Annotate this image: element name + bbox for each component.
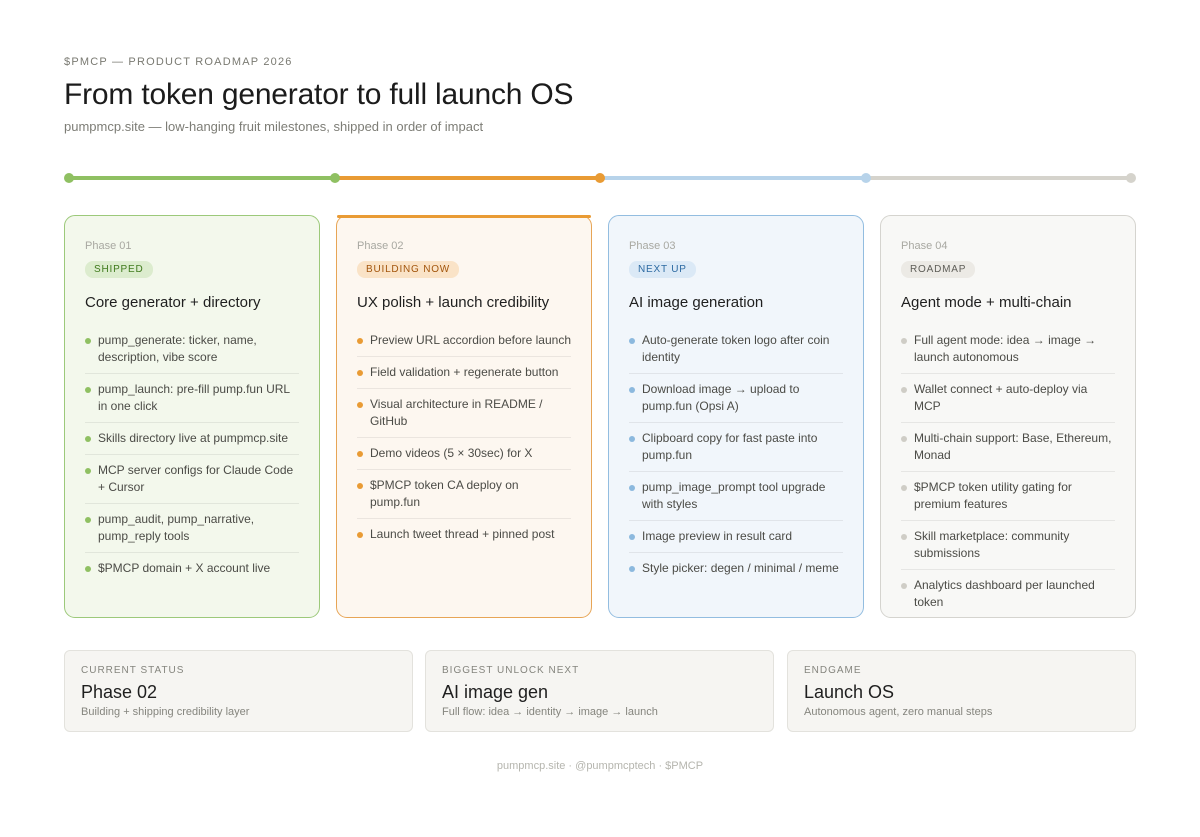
phase-card-02: Phase 02 BUILDING NOW UX polish + launch… [336, 215, 592, 618]
status-badge: SHIPPED [85, 261, 153, 278]
milestone-item: Skills directory live at pumpmcp.site [85, 430, 299, 455]
milestone-item: Field validation + regenerate button [357, 364, 571, 389]
bullet-dot-icon [357, 370, 363, 376]
bullet-dot-icon [629, 338, 635, 344]
milestone-item: Demo videos (5 × 30sec) for X [357, 445, 571, 470]
timeline-segment-roadmap [866, 176, 1131, 180]
milestone-item: $PMCP domain + X account live [85, 560, 299, 584]
milestone-item: Image preview in result card [629, 528, 843, 553]
milestone-item: MCP server configs for Claude Code + Cur… [85, 462, 299, 504]
timeline-dot-phase-02 [330, 173, 340, 183]
bullet-dot-icon [629, 485, 635, 491]
milestone-item: Download image → upload to pump.fun (Ops… [629, 381, 843, 423]
bullet-dot-icon [357, 532, 363, 538]
stat-label: ENDGAME [804, 665, 862, 676]
status-badge: ROADMAP [901, 261, 976, 278]
phase-label: Phase 03 [629, 240, 676, 252]
page-eyebrow: $PMCP — PRODUCT ROADMAP 2026 [64, 56, 293, 68]
milestone-list: Full agent mode: idea → image → launch a… [901, 332, 1115, 618]
phase-card-03: Phase 03 NEXT UP AI image generation Aut… [608, 215, 864, 618]
timeline-dot-phase-04 [861, 173, 871, 183]
milestone-item: Full agent mode: idea → image → launch a… [901, 332, 1115, 374]
phase-timeline [64, 172, 1136, 184]
bullet-dot-icon [357, 451, 363, 457]
status-badge: BUILDING NOW [357, 261, 460, 278]
phase-cards: Phase 01 SHIPPED Core generator + direct… [64, 215, 1136, 618]
page-footer: pumpmcp.site · @pumpmcptech · $PMCP [496, 760, 704, 772]
milestone-item: Visual architecture in README / GitHub [357, 396, 571, 438]
milestone-list: Preview URL accordion before launch Fiel… [357, 332, 571, 550]
bullet-dot-icon [357, 483, 363, 489]
phase-title: Core generator + directory [85, 294, 261, 311]
phase-label: Phase 01 [85, 240, 132, 252]
bullet-dot-icon [901, 387, 907, 393]
timeline-segment-shipped [69, 176, 335, 180]
bullet-dot-icon [901, 583, 907, 589]
stat-endgame: ENDGAME Launch OS Autonomous agent, zero… [787, 650, 1136, 732]
milestone-item: Analytics dashboard per launched token [901, 577, 1115, 618]
bullet-dot-icon [901, 338, 907, 344]
stat-label: CURRENT STATUS [81, 665, 185, 676]
stat-description: Building + shipping credibility layer [81, 706, 250, 718]
status-summary: CURRENT STATUS Phase 02 Building + shipp… [64, 650, 1136, 732]
phase-title: UX polish + launch credibility [357, 294, 550, 311]
milestone-item: Clipboard copy for fast paste into pump.… [629, 430, 843, 472]
stat-value: AI image gen [442, 682, 549, 702]
milestone-item: Preview URL accordion before launch [357, 332, 571, 357]
timeline-segment-building [335, 176, 600, 180]
bullet-dot-icon [85, 436, 91, 442]
bullet-dot-icon [901, 436, 907, 442]
bullet-dot-icon [901, 485, 907, 491]
milestone-item: pump_image_prompt tool upgrade with styl… [629, 479, 843, 521]
phase-title: Agent mode + multi-chain [901, 294, 1072, 311]
milestone-item: $PMCP token CA deploy on pump.fun [357, 477, 571, 519]
timeline-dot-phase-01 [64, 173, 74, 183]
milestone-item: Wallet connect + auto-deploy via MCP [901, 381, 1115, 423]
milestone-item: Auto-generate token logo after coin iden… [629, 332, 843, 374]
bullet-dot-icon [85, 566, 91, 572]
bullet-dot-icon [85, 517, 91, 523]
bullet-dot-icon [357, 338, 363, 344]
phase-card-04: Phase 04 ROADMAP Agent mode + multi-chai… [880, 215, 1136, 618]
milestone-item: pump_launch: pre-fill pump.fun URL in on… [85, 381, 299, 423]
milestone-item: $PMCP token utility gating for premium f… [901, 479, 1115, 521]
milestone-list: pump_generate: ticker, name, description… [85, 332, 299, 584]
milestone-list: Auto-generate token logo after coin iden… [629, 332, 843, 584]
bullet-dot-icon [629, 436, 635, 442]
milestone-item: pump_audit, pump_narrative, pump_reply t… [85, 511, 299, 553]
bullet-dot-icon [629, 566, 635, 572]
stat-biggest-unlock: BIGGEST UNLOCK NEXT AI image gen Full fl… [425, 650, 774, 732]
status-badge: NEXT UP [629, 261, 696, 278]
bullet-dot-icon [85, 387, 91, 393]
timeline-segment-next [600, 176, 866, 180]
phase-title: AI image generation [629, 294, 764, 311]
timeline-dot-end [1126, 173, 1136, 183]
bullet-dot-icon [629, 387, 635, 393]
page-title: From token generator to full launch OS [64, 78, 574, 111]
stat-current-status: CURRENT STATUS Phase 02 Building + shipp… [64, 650, 413, 732]
milestone-item: Launch tweet thread + pinned post [357, 526, 571, 550]
bullet-dot-icon [629, 534, 635, 540]
stat-value: Launch OS [804, 682, 895, 702]
milestone-item: Skill marketplace: community submissions [901, 528, 1115, 570]
milestone-item: pump_generate: ticker, name, description… [85, 332, 299, 374]
stat-label: BIGGEST UNLOCK NEXT [442, 665, 580, 676]
phase-card-01: Phase 01 SHIPPED Core generator + direct… [64, 215, 320, 618]
bullet-dot-icon [85, 468, 91, 474]
milestone-item: Style picker: degen / minimal / meme [629, 560, 843, 584]
timeline-dot-phase-03 [595, 173, 605, 183]
milestone-item: Multi-chain support: Base, Ethereum, Mon… [901, 430, 1115, 472]
page-subtitle: pumpmcp.site — low-hanging fruit milesto… [64, 119, 484, 134]
phase-label: Phase 04 [901, 240, 948, 252]
stat-description: Autonomous agent, zero manual steps [804, 706, 993, 718]
stat-description: Full flow: idea → identity → image → lau… [442, 706, 658, 718]
bullet-dot-icon [85, 338, 91, 344]
phase-label: Phase 02 [357, 240, 404, 252]
stat-value: Phase 02 [81, 682, 158, 702]
bullet-dot-icon [357, 402, 363, 408]
bullet-dot-icon [901, 534, 907, 540]
